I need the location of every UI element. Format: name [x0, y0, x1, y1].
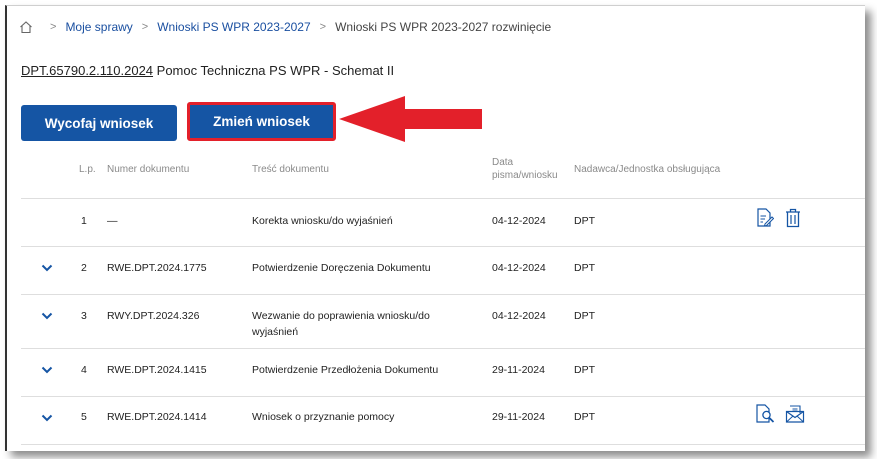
withdraw-application-button[interactable]: Wycofaj wniosek: [21, 105, 177, 141]
row-content: Potwierdzenie Doręczenia Dokumentu: [252, 262, 431, 274]
row-sender: DPT: [574, 411, 595, 423]
breadcrumb: > Moje sprawy > Wnioski PS WPR 2023-2027…: [19, 20, 551, 34]
row-content: Wniosek o przyznanie pomocy: [252, 411, 395, 423]
chevron-down-icon[interactable]: [41, 366, 53, 374]
row-content: Wezwanie do poprawienia wniosku/do: [252, 310, 430, 322]
header-date-line2: pisma/wniosku: [492, 170, 558, 181]
row-lp: 3: [81, 310, 87, 322]
breadcrumb-separator-icon: >: [50, 21, 57, 33]
row-number: RWY.DPT.2024.326: [107, 310, 200, 322]
header-sender: Nadawca/Jednostka obsługująca: [574, 164, 721, 175]
breadcrumb-link-wnioski[interactable]: Wnioski PS WPR 2023-2027: [157, 20, 310, 34]
row-date: 04-12-2024: [492, 262, 546, 274]
breadcrumb-link-moje-sprawy[interactable]: Moje sprawy: [65, 20, 132, 34]
row-sender: DPT: [574, 364, 595, 376]
row-content: Potwierdzenie Przedłożenia Dokumentu: [252, 364, 439, 376]
row-number: RWE.DPT.2024.1415: [107, 364, 207, 376]
row-date: 29-11-2024: [492, 411, 545, 423]
breadcrumb-separator-icon: >: [319, 21, 327, 33]
row-lp: 4: [81, 364, 87, 376]
chevron-down-icon[interactable]: [41, 312, 53, 320]
row-divider: [21, 198, 865, 199]
row-date: 04-12-2024: [492, 215, 546, 227]
row-divider: [21, 294, 865, 295]
header-lp: L.p.: [79, 164, 96, 175]
change-application-label: Zmień wniosek: [190, 105, 333, 138]
edit-document-icon[interactable]: [756, 208, 774, 228]
row-lp: 2: [81, 262, 87, 274]
page-title: DPT.65790.2.110.2024 Pomoc Techniczna PS…: [21, 63, 394, 78]
row-date: 29-11-2024: [492, 364, 545, 376]
breadcrumb-current: Wnioski PS WPR 2023-2027 rozwinięcie: [335, 20, 552, 34]
app-window: > Moje sprawy > Wnioski PS WPR 2023-2027…: [5, 5, 865, 451]
row-number: —: [107, 215, 118, 227]
header-content: Treść dokumentu: [252, 164, 329, 175]
row-number: RWE.DPT.2024.1414: [107, 411, 207, 423]
row-divider: [21, 444, 865, 445]
header-date: Data pisma/wniosku: [492, 156, 558, 182]
document-search-icon[interactable]: [755, 404, 775, 424]
row-lp: 5: [81, 411, 87, 423]
row-content: Korekta wniosku/do wyjaśnień: [252, 215, 393, 227]
red-arrow-annotation: [339, 96, 482, 142]
chevron-down-icon[interactable]: [41, 414, 53, 422]
row-divider: [21, 246, 865, 247]
row-lp: 1: [81, 215, 87, 227]
row-divider: [21, 396, 865, 397]
row-content-line2: wyjaśnień: [252, 326, 299, 338]
case-code-link[interactable]: DPT.65790.2.110.2024: [21, 63, 153, 78]
breadcrumb-separator-icon: >: [141, 21, 149, 33]
trash-icon[interactable]: [785, 208, 801, 228]
chevron-down-icon[interactable]: [41, 264, 53, 272]
row-sender: DPT: [574, 262, 595, 274]
case-name: Pomoc Techniczna PS WPR - Schemat II: [156, 63, 395, 78]
row-divider: [21, 348, 865, 349]
row-date: 04-12-2024: [492, 310, 546, 322]
envelope-icon[interactable]: [785, 405, 805, 423]
change-application-button[interactable]: Zmień wniosek: [187, 102, 336, 141]
row-number: RWE.DPT.2024.1775: [107, 262, 207, 274]
header-date-line1: Data: [492, 157, 514, 168]
row-sender: DPT: [574, 215, 595, 227]
row-sender: DPT: [574, 310, 595, 322]
header-number: Numer dokumentu: [107, 164, 190, 175]
home-icon[interactable]: [19, 20, 33, 34]
